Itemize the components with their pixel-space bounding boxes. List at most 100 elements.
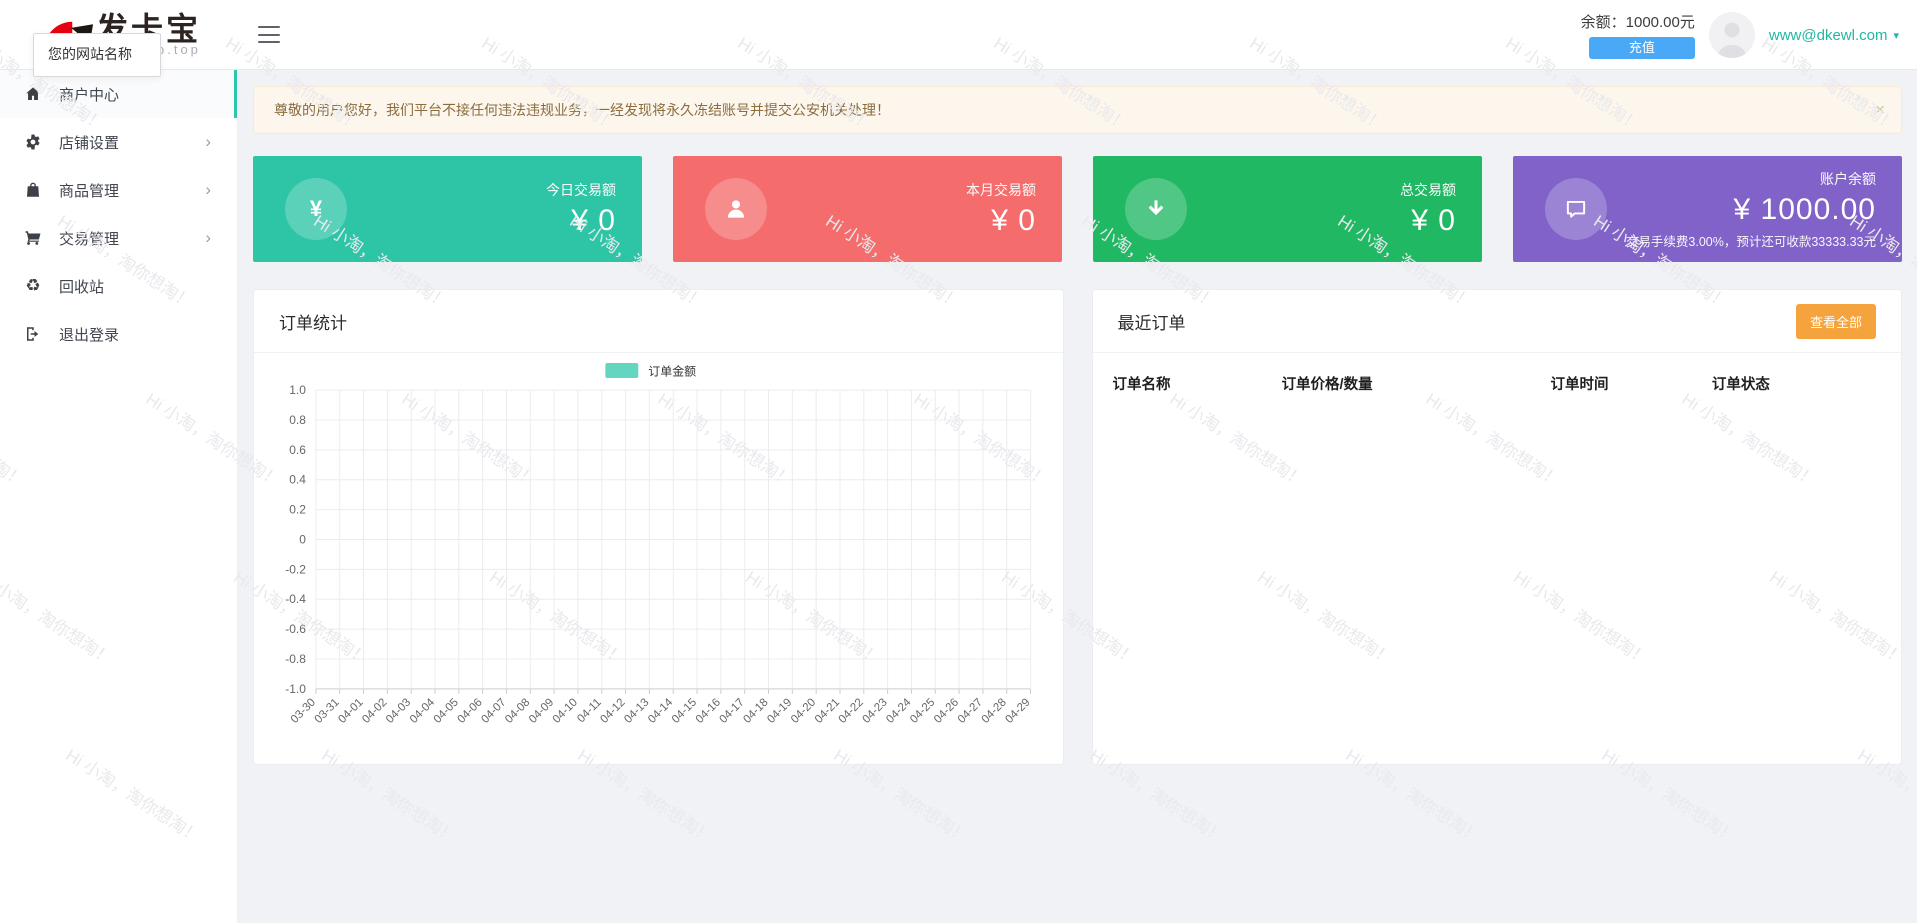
logout-icon <box>24 325 42 343</box>
arrow-down-icon <box>1143 196 1169 222</box>
sidebar-item-3[interactable]: 交易管理 › <box>0 214 237 262</box>
stat-card-icon-circle <box>1545 178 1607 240</box>
sidebar-item-5[interactable]: 退出登录 <box>0 310 237 358</box>
svg-text:03-30: 03-30 <box>289 696 318 725</box>
svg-text:04-10: 04-10 <box>551 696 580 725</box>
account-dropdown[interactable]: www@dkewl.com ▾ <box>1769 27 1899 44</box>
svg-text:04-09: 04-09 <box>527 696 556 725</box>
chevron-right-icon: › <box>205 132 211 152</box>
stat-card-icon-circle: ¥ <box>285 178 347 240</box>
order-stats-title: 订单统计 <box>279 309 347 334</box>
svg-text:04-05: 04-05 <box>432 696 461 725</box>
sidebar-item-2[interactable]: 商品管理› <box>0 166 237 214</box>
close-icon[interactable]: × <box>1875 87 1885 133</box>
svg-text:0.2: 0.2 <box>289 503 306 517</box>
svg-text:04-08: 04-08 <box>503 696 532 725</box>
order-stats-chart: 1.00.80.60.40.20-0.2-0.4-0.6-0.8-1.003-3… <box>254 353 1063 765</box>
notice-banner: 尊敬的用户您好，我们平台不接任何违法违规业务，一经发现将永久冻结账号并提交公安机… <box>253 86 1902 134</box>
chevron-right-icon: › <box>205 180 211 200</box>
svg-text:04-22: 04-22 <box>837 696 866 725</box>
balance-text: 余额：1000.00元 <box>1581 11 1695 32</box>
sidebar-item-label: 退出登录 <box>59 324 119 345</box>
stat-cards-row: ¥今日交易额¥ 0本月交易额¥ 0总交易额¥ 0账户余额¥ 1000.00交易手… <box>253 156 1902 262</box>
yen-icon: ¥ <box>310 196 322 222</box>
top-header: 发卡宝 o.top 余额：1000.00元 充值 www@dkewl.com ▾ <box>0 0 1917 70</box>
recent-orders-body: 订单名称订单价格/数量订单时间订单状态 <box>1093 353 1902 765</box>
stat-card-icon-circle <box>705 178 767 240</box>
cart-icon <box>24 229 42 247</box>
svg-text:-0.6: -0.6 <box>285 622 306 636</box>
avatar[interactable] <box>1709 12 1755 58</box>
recent-orders-panel-header: 最近订单 查看全部 <box>1093 290 1902 353</box>
svg-text:04-01: 04-01 <box>336 696 365 725</box>
stat-card-note: 交易手续费3.00%，预计还可收款33333.33元 <box>1626 231 1876 250</box>
svg-text:-0.8: -0.8 <box>285 652 306 666</box>
svg-text:04-12: 04-12 <box>598 696 627 725</box>
chevron-down-icon: ▾ <box>1893 29 1899 42</box>
stat-card-value: ¥ 0 <box>991 204 1036 238</box>
view-all-button[interactable]: 查看全部 <box>1796 304 1876 339</box>
sidebar-item-label: 店铺设置 <box>59 132 119 153</box>
notice-text: 尊敬的用户您好，我们平台不接任何违法违规业务，一经发现将永久冻结账号并提交公安机… <box>274 102 890 118</box>
stat-card-value: ¥ 0 <box>571 204 616 238</box>
stat-card-label: 账户余额 <box>1820 169 1876 189</box>
orders-column-header: 订单状态 <box>1712 373 1881 394</box>
svg-text:04-21: 04-21 <box>813 696 842 725</box>
svg-text:04-20: 04-20 <box>789 696 818 725</box>
svg-text:0.4: 0.4 <box>289 473 306 487</box>
svg-text:04-29: 04-29 <box>1003 696 1032 725</box>
stat-card-label: 总交易额 <box>1400 180 1456 200</box>
orders-column-header: 订单价格/数量 <box>1282 373 1551 394</box>
svg-text:04-02: 04-02 <box>360 696 389 725</box>
sidebar-nav: 商户中心店铺设置›商品管理›交易管理›♻回收站退出登录 <box>0 70 238 923</box>
svg-text:-1.0: -1.0 <box>285 682 306 696</box>
user-icon <box>723 196 749 222</box>
svg-text:04-03: 04-03 <box>384 696 413 725</box>
svg-text:0.6: 0.6 <box>289 443 306 457</box>
balance-box: 余额：1000.00元 充值 <box>1581 11 1695 59</box>
svg-text:04-16: 04-16 <box>694 696 723 725</box>
stat-card-balance: 账户余额¥ 1000.00交易手续费3.00%，预计还可收款33333.33元 <box>1513 156 1902 262</box>
sidebar-item-1[interactable]: 店铺设置 › <box>0 118 237 166</box>
svg-text:04-06: 04-06 <box>456 696 485 725</box>
gear-icon <box>24 133 42 151</box>
sidebar-item-label: 商户中心 <box>59 84 119 105</box>
svg-text:04-27: 04-27 <box>956 696 985 725</box>
recent-orders-panel: 最近订单 查看全部 订单名称订单价格/数量订单时间订单状态 <box>1092 289 1903 765</box>
chevron-right-icon: › <box>205 228 211 248</box>
stat-card-today: ¥ 今日交易额 ¥ 0 <box>253 156 642 262</box>
svg-text:04-19: 04-19 <box>765 696 794 725</box>
app-root: 发卡宝 o.top 余额：1000.00元 充值 www@dkewl.com ▾ <box>0 0 1917 923</box>
orders-table-header: 订单名称订单价格/数量订单时间订单状态 <box>1093 353 1902 394</box>
header-account-area: 余额：1000.00元 充值 www@dkewl.com ▾ <box>1581 0 1899 70</box>
svg-text:订单金额: 订单金额 <box>648 364 696 379</box>
site-name-tooltip: 您的网站名称 <box>33 33 161 77</box>
svg-text:04-07: 04-07 <box>479 696 508 725</box>
sidebar-item-label: 回收站 <box>59 276 104 297</box>
stat-card-value: ¥ 0 <box>1411 204 1456 238</box>
recharge-button[interactable]: 充值 <box>1589 37 1695 59</box>
orders-column-header: 订单时间 <box>1551 373 1712 394</box>
sidebar-item-0[interactable]: 商户中心 <box>0 70 237 118</box>
menu-toggle-icon[interactable] <box>258 26 280 43</box>
svg-text:04-25: 04-25 <box>908 696 937 725</box>
account-email: www@dkewl.com <box>1769 27 1888 44</box>
svg-text:1.0: 1.0 <box>289 383 306 397</box>
svg-text:04-13: 04-13 <box>622 696 651 725</box>
svg-text:04-24: 04-24 <box>884 696 914 726</box>
chat-icon <box>1563 196 1589 222</box>
svg-text:04-14: 04-14 <box>646 696 676 726</box>
orders-column-header: 订单名称 <box>1113 373 1282 394</box>
svg-text:-0.4: -0.4 <box>285 592 306 606</box>
order-stats-panel: 订单统计 1.00.80.60.40.20-0.2-0.4-0.6-0.8-1.… <box>253 289 1064 765</box>
stat-card-label: 今日交易额 <box>546 180 616 200</box>
sidebar-item-4[interactable]: ♻回收站 <box>0 262 237 310</box>
bag-icon <box>24 181 42 199</box>
svg-text:0.8: 0.8 <box>289 413 306 427</box>
stat-card-total: 总交易额 ¥ 0 <box>1093 156 1482 262</box>
brand-domain: o.top <box>157 42 201 57</box>
svg-text:04-18: 04-18 <box>741 696 770 725</box>
sidebar-item-label: 交易管理 <box>59 228 119 249</box>
svg-text:04-17: 04-17 <box>718 696 747 725</box>
home-icon <box>24 85 42 103</box>
